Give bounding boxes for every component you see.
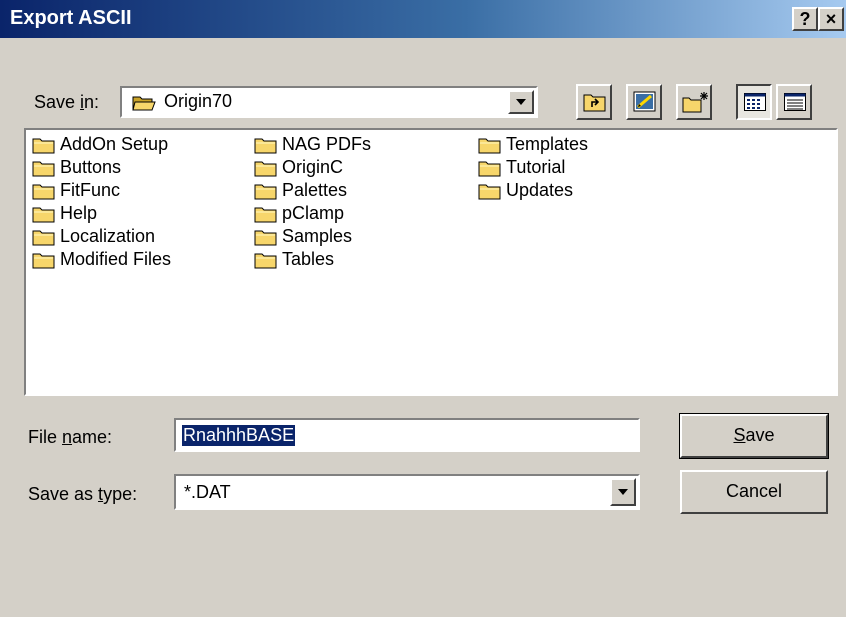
help-button[interactable]: ?: [792, 7, 818, 31]
folder-item[interactable]: Tutorial: [476, 157, 676, 181]
folder-item[interactable]: Palettes: [252, 180, 452, 204]
folder-name: Tables: [282, 249, 335, 269]
folder-item[interactable]: OriginC: [252, 157, 452, 181]
folder-name: Help: [60, 203, 98, 223]
create-new-folder-icon: [682, 92, 708, 113]
folder-name: Buttons: [60, 157, 122, 177]
list-view-button[interactable]: [736, 84, 772, 120]
folder-name: Palettes: [282, 180, 348, 200]
folder-item[interactable]: FitFunc: [30, 180, 230, 204]
folder-name: Localization: [60, 226, 156, 246]
folder-name: OriginC: [282, 157, 344, 177]
save-in-label: Save in:: [34, 92, 100, 112]
folder-item[interactable]: AddOn Setup: [30, 134, 230, 158]
up-one-level-icon: [583, 94, 606, 112]
folder-icon: [32, 161, 55, 177]
folder-item[interactable]: Tables: [252, 249, 452, 273]
save-in-value: Origin70: [164, 91, 233, 111]
export-ascii-dialog: Export ASCII ? × Save in: Origin70 AddOn…: [0, 0, 846, 617]
folder-icon: [254, 230, 277, 246]
save-in-dropdown[interactable]: Origin70: [120, 86, 538, 118]
folder-icon: [254, 161, 277, 177]
folder-name: Updates: [506, 180, 574, 200]
file-list[interactable]: AddOn Setup Buttons FitFunc Help Localizatio…: [24, 128, 838, 396]
folder-item[interactable]: NAG PDFs: [252, 134, 452, 158]
up-one-level-button[interactable]: [576, 84, 612, 120]
folder-name: Modified Files: [60, 249, 172, 269]
close-button[interactable]: ×: [818, 7, 844, 31]
file-name-value: RnahhhBASE: [182, 425, 296, 446]
folder-name: NAG PDFs: [282, 134, 372, 154]
folder-item[interactable]: Help: [30, 203, 230, 227]
folder-name: FitFunc: [60, 180, 121, 200]
list-view-icon: [744, 93, 766, 111]
folder-item[interactable]: Updates: [476, 180, 676, 204]
folder-name: Templates: [506, 134, 589, 154]
folder-name: Samples: [282, 226, 353, 246]
chevron-down-icon: [618, 489, 628, 495]
save-in-dropdown-button[interactable]: [508, 90, 534, 114]
save-as-type-dropdown-button[interactable]: [610, 478, 636, 506]
folder-icon: [32, 138, 55, 154]
save-as-type-dropdown[interactable]: *.DAT: [174, 474, 640, 510]
desktop-button[interactable]: [626, 84, 662, 120]
folder-icon: [254, 184, 277, 200]
folder-item[interactable]: Localization: [30, 226, 230, 250]
save-button[interactable]: Save: [679, 413, 829, 459]
folder-item[interactable]: Modified Files: [30, 249, 230, 273]
create-new-folder-button[interactable]: [676, 84, 712, 120]
folder-name: Tutorial: [506, 157, 566, 177]
folder-icon: [478, 138, 501, 154]
file-name-input[interactable]: RnahhhBASE: [174, 418, 640, 452]
folder-item[interactable]: Buttons: [30, 157, 230, 181]
folder-icon: [254, 207, 277, 223]
folder-icon: [478, 184, 501, 200]
chevron-down-icon: [516, 99, 526, 105]
folder-icon: [254, 253, 277, 269]
folder-icon: [32, 184, 55, 200]
folder-icon: [254, 138, 277, 154]
folder-item[interactable]: Samples: [252, 226, 452, 250]
folder-name: pClamp: [282, 203, 345, 223]
desktop-icon: [633, 91, 656, 112]
folder-icon: [32, 207, 55, 223]
save-as-type-label: Save as type:: [28, 484, 138, 504]
file-name-label: File name:: [28, 427, 113, 447]
window-title: Export ASCII: [10, 7, 132, 29]
save-as-type-value: *.DAT: [184, 482, 231, 502]
folder-item[interactable]: Templates: [476, 134, 676, 158]
details-view-button[interactable]: [776, 84, 812, 120]
cancel-button[interactable]: Cancel: [680, 470, 828, 514]
details-view-icon: [784, 93, 806, 111]
folder-icon: [32, 253, 55, 269]
folder-item[interactable]: pClamp: [252, 203, 452, 227]
folder-icon: [478, 161, 501, 177]
title-bar[interactable]: Export ASCII ? ×: [0, 0, 846, 38]
folder-name: AddOn Setup: [60, 134, 169, 154]
folder-icon: [32, 230, 55, 246]
open-folder-icon: [132, 96, 156, 111]
